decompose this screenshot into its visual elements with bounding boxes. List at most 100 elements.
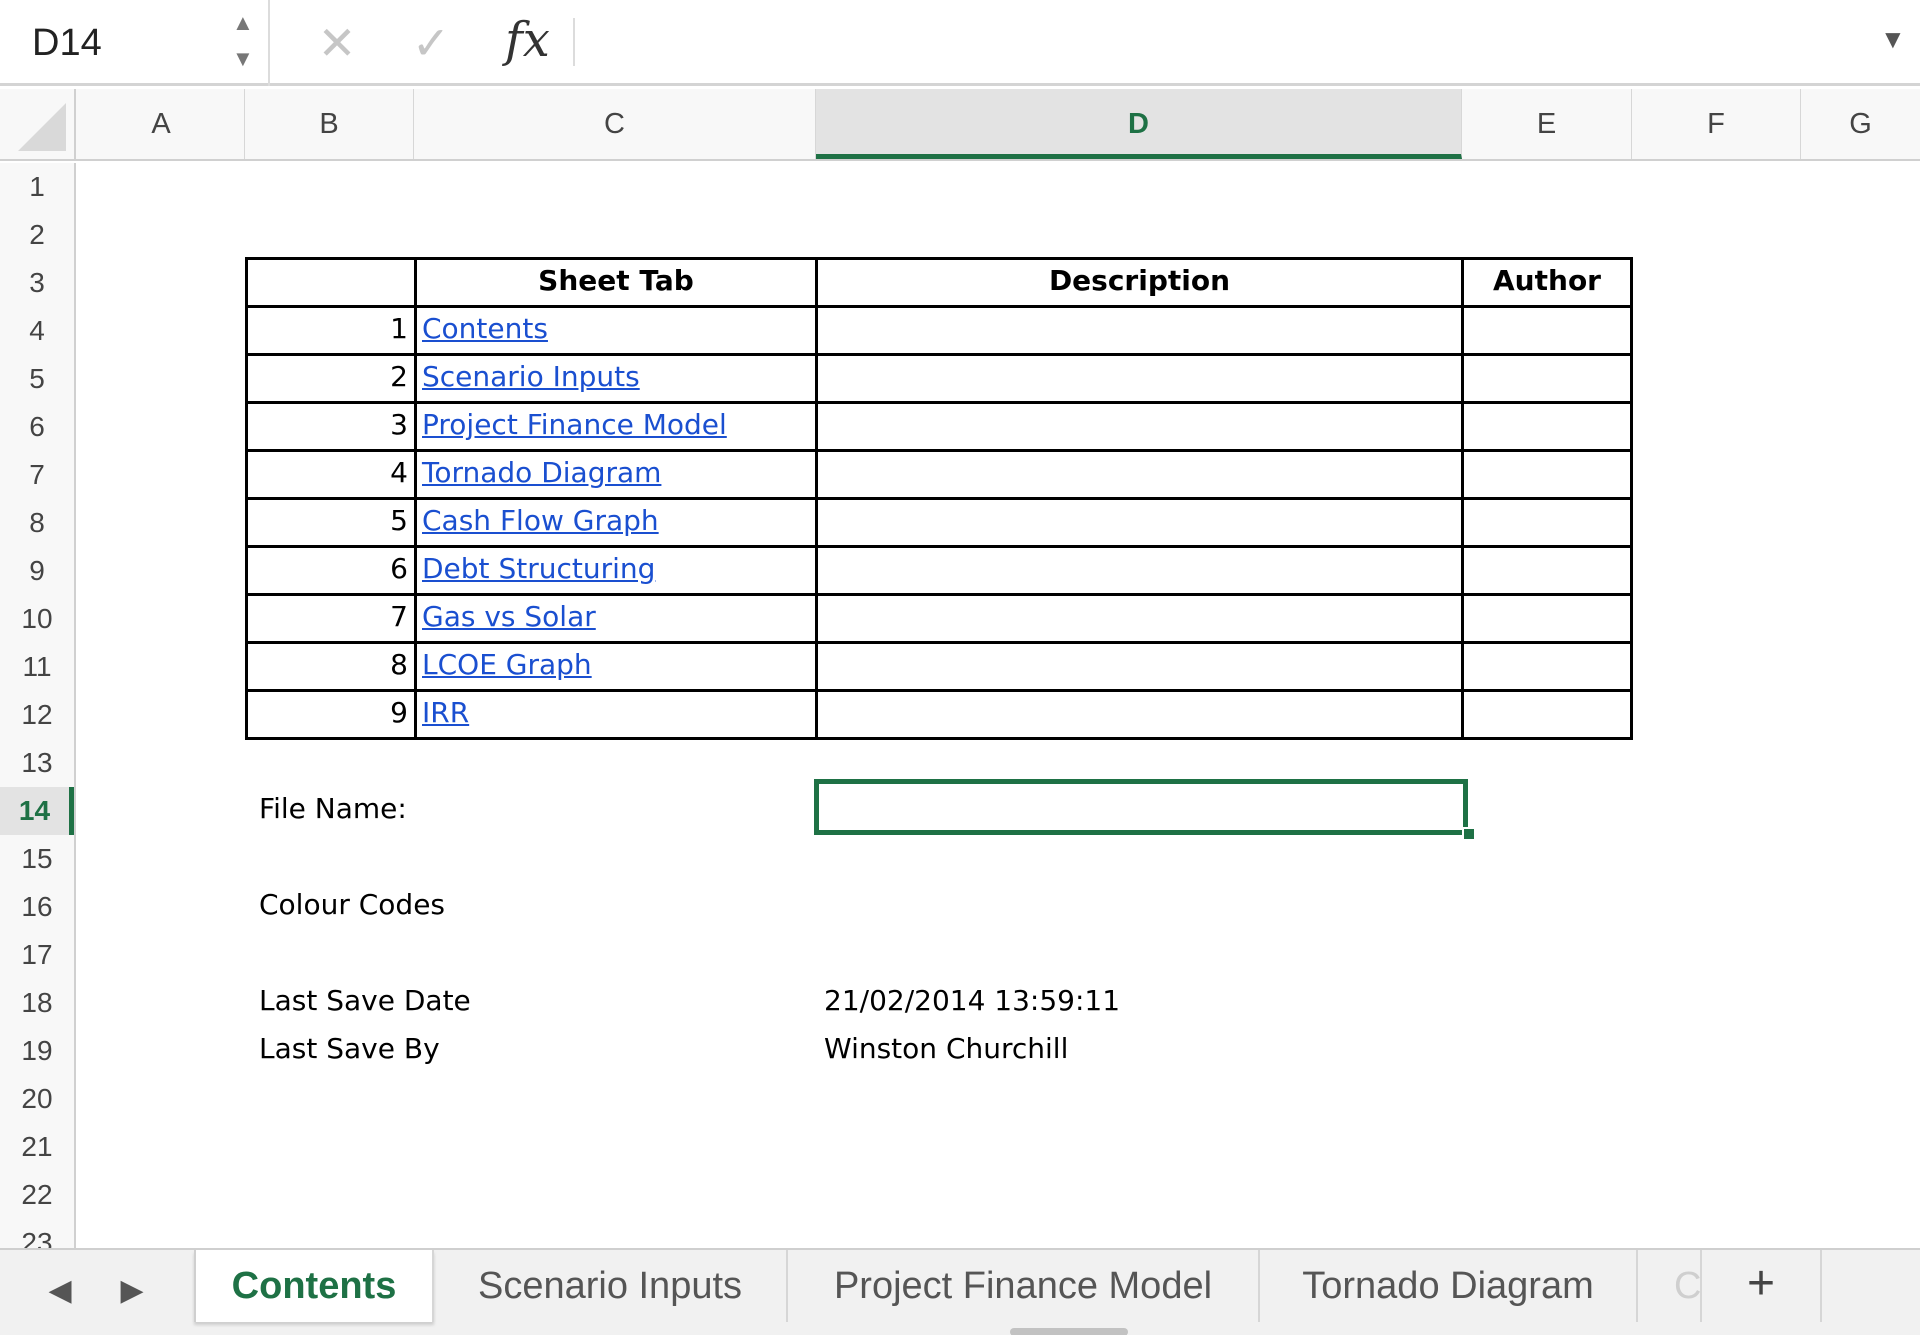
table-row-divider xyxy=(245,305,1633,308)
sheet-tab-truncated[interactable]: C xyxy=(1638,1250,1700,1322)
row-header-9[interactable]: 9 xyxy=(0,547,74,595)
column-header-row: A B C D E F G xyxy=(0,89,1920,161)
worksheet-grid[interactable]: Sheet Tab Description Author 1 Contents … xyxy=(78,163,1920,1248)
table-row-divider xyxy=(245,689,1633,692)
link-cash-flow-graph[interactable]: Cash Flow Graph xyxy=(422,504,659,537)
row-header-4[interactable]: 4 xyxy=(0,307,74,355)
formula-bar: D14 ▲ ▼ ✕ ✓ fx ▼ xyxy=(0,0,1920,86)
header-author: Author xyxy=(1493,264,1601,297)
row-header-12[interactable]: 12 xyxy=(0,691,74,739)
table-column-divider xyxy=(815,257,818,740)
table-row-divider xyxy=(245,593,1633,596)
last-save-by-label: Last Save By xyxy=(259,1032,440,1065)
table-index: 1 xyxy=(390,312,408,345)
colour-codes-label: Colour Codes xyxy=(259,888,446,921)
enter-icon[interactable]: ✓ xyxy=(406,16,456,70)
next-sheet-icon[interactable]: ▶ xyxy=(112,1268,152,1314)
insert-function-icon[interactable]: fx xyxy=(505,12,550,68)
sheet-tab-contents[interactable]: Contents xyxy=(194,1250,434,1322)
table-index: 8 xyxy=(390,648,408,681)
formula-input[interactable] xyxy=(580,0,1870,86)
table-index: 5 xyxy=(390,504,408,537)
link-tornado-diagram[interactable]: Tornado Diagram xyxy=(422,456,661,489)
row-header-13[interactable]: 13 xyxy=(0,739,74,787)
table-row-divider xyxy=(245,401,1633,404)
table-column-divider xyxy=(1461,257,1464,740)
row-header-23[interactable]: 23 xyxy=(0,1219,74,1248)
last-save-date-value: 21/02/2014 13:59:11 xyxy=(824,984,1121,1017)
table-row-divider xyxy=(245,641,1633,644)
row-header-2[interactable]: 2 xyxy=(0,211,74,259)
link-irr[interactable]: IRR xyxy=(422,696,469,729)
table-index: 3 xyxy=(390,408,408,441)
table-index: 7 xyxy=(390,600,408,633)
row-header-1[interactable]: 1 xyxy=(0,163,74,211)
row-header-11[interactable]: 11 xyxy=(0,643,74,691)
table-row-divider xyxy=(245,497,1633,500)
row-header-17[interactable]: 17 xyxy=(0,931,74,979)
link-gas-vs-solar[interactable]: Gas vs Solar xyxy=(422,600,596,633)
horizontal-scrollbar[interactable] xyxy=(1010,1328,1128,1335)
file-name-label: File Name: xyxy=(259,792,407,825)
sheet-tab-tornado-diagram[interactable]: Tornado Diagram xyxy=(1260,1250,1638,1322)
row-header-22[interactable]: 22 xyxy=(0,1171,74,1219)
link-project-finance-model[interactable]: Project Finance Model xyxy=(422,408,727,441)
table-border-bottom xyxy=(245,737,1633,740)
row-header-10[interactable]: 10 xyxy=(0,595,74,643)
fill-handle[interactable] xyxy=(1462,827,1476,841)
header-description: Description xyxy=(1048,264,1231,297)
add-sheet-button[interactable]: + xyxy=(1700,1250,1822,1322)
row-header-3[interactable]: 3 xyxy=(0,259,74,307)
row-header-8[interactable]: 8 xyxy=(0,499,74,547)
row-header-21[interactable]: 21 xyxy=(0,1123,74,1171)
selected-cell-d14[interactable] xyxy=(814,779,1468,835)
table-border-top xyxy=(245,257,1633,260)
name-box-value[interactable]: D14 xyxy=(32,22,102,65)
column-header-g[interactable]: G xyxy=(1801,89,1920,159)
column-header-d[interactable]: D xyxy=(816,89,1462,159)
formula-bar-divider xyxy=(573,18,575,66)
link-contents[interactable]: Contents xyxy=(422,312,548,345)
row-header-18[interactable]: 18 xyxy=(0,979,74,1027)
column-header-f[interactable]: F xyxy=(1632,89,1801,159)
link-scenario-inputs[interactable]: Scenario Inputs xyxy=(422,360,640,393)
last-save-by-value: Winston Churchill xyxy=(824,1032,1069,1065)
link-debt-structuring[interactable]: Debt Structuring xyxy=(422,552,655,585)
column-header-a[interactable]: A xyxy=(78,89,245,159)
row-header-14[interactable]: 14 xyxy=(0,787,74,835)
link-lcoe-graph[interactable]: LCOE Graph xyxy=(422,648,592,681)
last-save-date-label: Last Save Date xyxy=(259,984,471,1017)
table-row-divider xyxy=(245,545,1633,548)
cancel-icon[interactable]: ✕ xyxy=(312,16,362,70)
row-header-column: 1 2 3 4 5 6 7 8 9 10 11 12 13 14 15 16 1… xyxy=(0,163,76,1248)
table-index: 2 xyxy=(390,360,408,393)
row-header-7[interactable]: 7 xyxy=(0,451,74,499)
name-box[interactable]: D14 ▲ ▼ xyxy=(0,0,270,86)
row-header-5[interactable]: 5 xyxy=(0,355,74,403)
name-box-down-icon[interactable]: ▼ xyxy=(232,48,254,70)
row-header-16[interactable]: 16 xyxy=(0,883,74,931)
expand-formula-bar-icon[interactable]: ▼ xyxy=(1880,24,1906,55)
select-all-button[interactable] xyxy=(0,89,76,159)
name-box-up-icon[interactable]: ▲ xyxy=(232,12,254,34)
table-row-divider xyxy=(245,353,1633,356)
previous-sheet-icon[interactable]: ◀ xyxy=(40,1268,80,1314)
sheet-tab-scenario-inputs[interactable]: Scenario Inputs xyxy=(434,1250,788,1322)
table-column-divider xyxy=(414,257,417,740)
table-index: 9 xyxy=(390,696,408,729)
table-index: 4 xyxy=(390,456,408,489)
column-header-e[interactable]: E xyxy=(1462,89,1632,159)
sheet-tab-project-finance-model[interactable]: Project Finance Model xyxy=(788,1250,1260,1322)
row-header-15[interactable]: 15 xyxy=(0,835,74,883)
header-sheet-tab: Sheet Tab xyxy=(538,264,694,297)
row-header-19[interactable]: 19 xyxy=(0,1027,74,1075)
table-row-divider xyxy=(245,449,1633,452)
table-index: 6 xyxy=(390,552,408,585)
sheet-tab-bar: ◀ ▶ Contents Scenario Inputs Project Fin… xyxy=(0,1248,1920,1335)
column-header-b[interactable]: B xyxy=(245,89,414,159)
select-all-triangle-icon xyxy=(18,103,66,151)
table-border-right xyxy=(1630,257,1633,740)
row-header-6[interactable]: 6 xyxy=(0,403,74,451)
row-header-20[interactable]: 20 xyxy=(0,1075,74,1123)
column-header-c[interactable]: C xyxy=(414,89,816,159)
